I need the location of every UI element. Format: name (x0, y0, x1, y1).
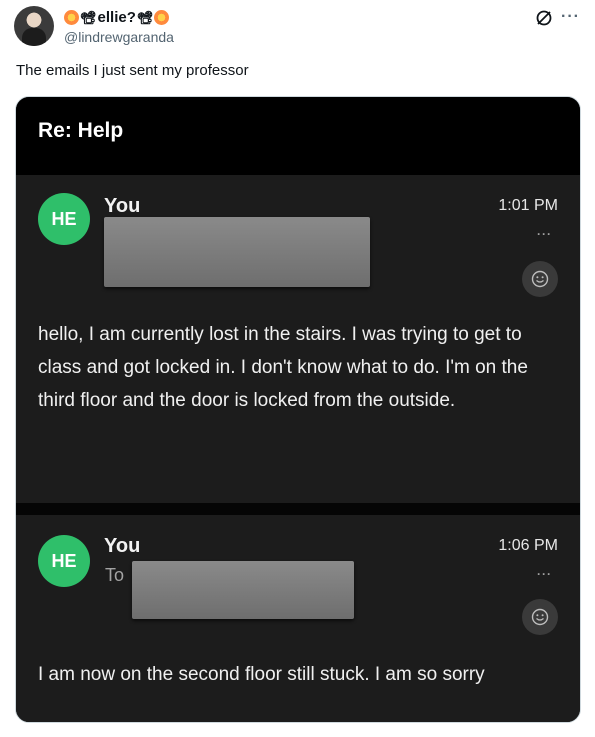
subject-bar: Re: Help (16, 97, 580, 175)
smiley-icon (531, 270, 549, 288)
emoji-reaction-button (522, 599, 558, 635)
display-name[interactable]: 📽 ellie? 📽 (64, 9, 170, 26)
sender-name: You (104, 195, 141, 217)
message-divider (16, 503, 580, 515)
flower-emoji-icon (154, 10, 170, 25)
smiley-icon (531, 608, 549, 626)
display-name-text: ellie? (97, 9, 136, 26)
email-message: HE You To 1:06 PM ··· I am now on the se… (16, 515, 580, 722)
camera-emoji-icon: 📽 (80, 10, 97, 25)
more-icon[interactable]: ··· (561, 8, 580, 26)
sender-avatar: HE (38, 193, 90, 245)
redacted-recipient (104, 217, 370, 287)
message-time: 1:01 PM (498, 197, 558, 214)
sender-name: You (104, 535, 141, 557)
grok-icon[interactable] (534, 8, 554, 28)
email-subject: Re: Help (38, 119, 124, 142)
to-label: To (105, 565, 125, 585)
email-screenshot[interactable]: Re: Help HE You 1:01 PM ··· hello, I am … (15, 96, 581, 723)
flower-emoji-icon (64, 10, 79, 25)
message-body: hello, I am currently lost in the stairs… (38, 324, 528, 411)
message-more-icon: ··· (537, 227, 552, 241)
message-more-icon: ··· (537, 567, 552, 581)
redacted-recipient (132, 561, 354, 619)
camera-emoji-icon: 📽 (136, 10, 154, 25)
message-time: 1:06 PM (498, 537, 558, 554)
tweet-header: 📽 ellie? 📽 @lindrewgaranda ··· (14, 6, 584, 50)
emoji-reaction-button (522, 261, 558, 297)
sender-avatar: HE (38, 535, 90, 587)
user-handle[interactable]: @lindrewgaranda (64, 29, 174, 45)
email-message: HE You 1:01 PM ··· hello, I am currently… (16, 175, 580, 503)
message-body: I am now on the second floor still stuck… (38, 664, 485, 685)
tweet-text: The emails I just sent my professor (16, 62, 249, 79)
profile-avatar[interactable] (14, 6, 54, 46)
